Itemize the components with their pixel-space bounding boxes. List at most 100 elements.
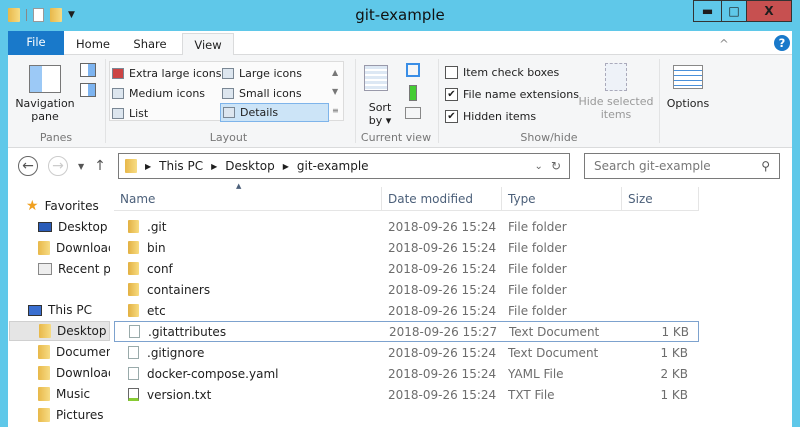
file-name: .gitattributes (148, 324, 227, 339)
file-row[interactable]: bin 2018-09-26 15:24 File folder (114, 237, 699, 258)
layout-details[interactable]: Details (220, 103, 329, 122)
file-row[interactable]: docker-compose.yaml 2018-09-26 15:24 YAM… (114, 363, 699, 384)
sidebar-item-desktop[interactable]: Desktop (38, 217, 108, 237)
file-icon (128, 388, 139, 401)
close-button[interactable]: X (746, 0, 792, 22)
documents-icon (38, 345, 50, 359)
ribbon: Navigation pane Panes Extra large icons … (8, 55, 792, 148)
file-name: etc (147, 303, 166, 318)
file-row[interactable]: version.txt 2018-09-26 15:24 TXT File 1 … (114, 384, 699, 405)
sidebar-item-documents[interactable]: Documents (38, 342, 110, 362)
sort-by-button[interactable]: Sort by ▾ (360, 101, 400, 127)
sidebar-item-recent-places[interactable]: Recent places (38, 259, 110, 279)
label: Downloads (56, 241, 110, 255)
group-by-icon[interactable] (406, 63, 420, 77)
sidebar-item-pictures[interactable]: Pictures (38, 405, 104, 425)
add-columns-icon[interactable] (409, 85, 417, 101)
pictures-icon (38, 408, 50, 422)
file-date: 2018-09-26 15:24 (388, 345, 497, 360)
breadcrumb-this-pc[interactable]: This PC (159, 159, 203, 173)
layout-large-icons[interactable]: Large icons (222, 64, 302, 82)
maximize-button[interactable]: □ (721, 0, 747, 22)
explorer-window: File Home Share View ^ ? Navigation pane… (8, 31, 792, 427)
sidebar-item-downloads[interactable]: Downloads (38, 238, 110, 258)
panes-group-label: Panes (39, 131, 73, 144)
file-row[interactable]: .gitattributes 2018-09-26 15:27 Text Doc… (114, 321, 699, 342)
sidebar-this-pc[interactable]: This PC (28, 300, 92, 320)
file-type: Text Document (508, 345, 599, 360)
up-button[interactable]: ↑ (94, 158, 106, 174)
recent-places-icon (38, 263, 52, 275)
column-header-size[interactable]: Size (622, 187, 699, 211)
refresh-icon[interactable]: ↻ (551, 159, 561, 173)
address-bar[interactable]: ▶ This PC ▶ Desktop ▶ git-example ⌄ ↻ (118, 153, 570, 179)
search-input[interactable]: Search git-example ⚲ (584, 153, 780, 179)
address-dropdown-icon[interactable]: ⌄ (535, 161, 543, 172)
file-type: YAML File (508, 366, 564, 381)
item-check-boxes-checkbox[interactable]: Item check boxes (445, 63, 559, 81)
layout-scroll[interactable]: ▲ ▼ ≡ (332, 63, 339, 120)
search-placeholder: Search git-example (594, 159, 711, 173)
show-hide-group-label: Show/hide (520, 131, 578, 144)
breadcrumb-desktop[interactable]: Desktop (225, 159, 275, 173)
back-button[interactable]: ← (18, 156, 38, 176)
hide-selected-items-button[interactable]: Hide selected items (578, 63, 654, 121)
layout-list[interactable]: List (112, 104, 148, 122)
preview-pane-icon[interactable] (80, 63, 96, 77)
details-pane-icon[interactable] (80, 83, 96, 97)
current-view-group-label: Current view (360, 131, 432, 144)
file-row[interactable]: containers 2018-09-26 15:24 File folder (114, 279, 699, 300)
navigation-pane-button[interactable]: Navigation pane (13, 59, 77, 123)
hidden-items-checkbox[interactable]: ✔ Hidden items (445, 107, 536, 125)
tab-view[interactable]: View (182, 33, 234, 56)
label: Hide selected (578, 95, 654, 108)
options-icon (673, 65, 703, 89)
sidebar-item-pc-desktop[interactable]: Desktop (9, 321, 110, 341)
minimize-button[interactable]: ▬ (693, 0, 722, 22)
layout-medium-icons[interactable]: Medium icons (112, 84, 205, 102)
options-button[interactable]: Options (662, 65, 714, 110)
navigation-pane: ★ Favorites Desktop Downloads Recent plac… (8, 186, 110, 427)
file-name-extensions-checkbox[interactable]: ✔ File name extensions (445, 85, 579, 103)
layout-extra-large-icons[interactable]: Extra large icons (112, 64, 221, 82)
file-type: File folder (508, 261, 567, 276)
file-name: .git (147, 219, 167, 234)
layout-small-icons[interactable]: Small icons (222, 84, 302, 102)
column-header-name[interactable]: Name (114, 187, 382, 211)
tab-share[interactable]: Share (122, 33, 178, 55)
list-icon (112, 107, 124, 119)
column-header-type[interactable]: Type (502, 187, 622, 211)
file-type: File folder (508, 219, 567, 234)
file-row[interactable]: .gitignore 2018-09-26 15:24 Text Documen… (114, 342, 699, 363)
tab-home[interactable]: Home (66, 33, 120, 55)
label: Item check boxes (463, 65, 560, 79)
file-row[interactable]: etc 2018-09-26 15:24 File folder (114, 300, 699, 321)
forward-button[interactable]: → (48, 156, 68, 176)
collapse-ribbon-button[interactable]: ^ (716, 33, 732, 55)
folder-icon (128, 262, 139, 275)
file-name: docker-compose.yaml (147, 366, 279, 381)
file-date: 2018-09-26 15:24 (388, 366, 497, 381)
title-bar: ▼ git-example ▬ □ X (0, 0, 800, 31)
tab-file[interactable]: File (8, 31, 64, 55)
label: Favorites (44, 199, 99, 213)
size-columns-icon[interactable] (405, 107, 421, 119)
help-button[interactable]: ? (774, 35, 790, 51)
folder-icon (125, 159, 137, 173)
breadcrumb-git-example[interactable]: git-example (297, 159, 369, 173)
file-row[interactable]: .git 2018-09-26 15:24 File folder (114, 216, 699, 237)
star-icon: ★ (26, 198, 39, 214)
sidebar-item-music[interactable]: Music (38, 384, 90, 404)
file-size: 2 KB (660, 366, 688, 381)
sidebar-favorites[interactable]: ★ Favorites (26, 196, 99, 216)
file-size: 1 KB (660, 345, 688, 360)
folder-icon (39, 324, 51, 338)
sidebar-item-pc-downloads[interactable]: Downloads (38, 363, 110, 383)
file-row[interactable]: conf 2018-09-26 15:24 File folder (114, 258, 699, 279)
desktop-icon (38, 222, 52, 232)
column-header-date[interactable]: Date modified (382, 187, 502, 211)
downloads-icon (38, 241, 50, 255)
recent-locations-icon[interactable]: ▼ (78, 162, 84, 171)
file-date: 2018-09-26 15:24 (388, 303, 497, 318)
label: Small icons (239, 86, 302, 100)
